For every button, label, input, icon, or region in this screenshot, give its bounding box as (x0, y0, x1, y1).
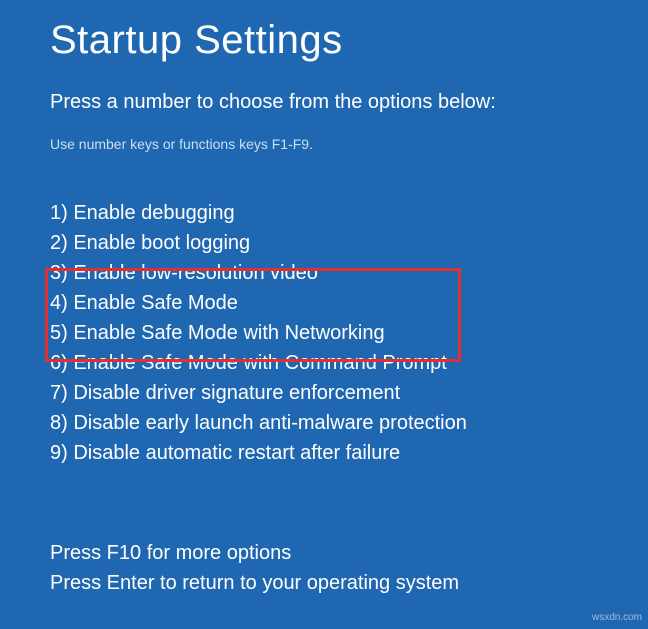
option-2-enable-boot-logging[interactable]: 2) Enable boot logging (50, 228, 598, 258)
option-4-enable-safe-mode[interactable]: 4) Enable Safe Mode (50, 288, 598, 318)
key-hint: Use number keys or functions keys F1-F9. (50, 136, 598, 152)
option-6-enable-safe-mode-command-prompt[interactable]: 6) Enable Safe Mode with Command Prompt (50, 348, 598, 378)
option-1-enable-debugging[interactable]: 1) Enable debugging (50, 198, 598, 228)
option-7-disable-driver-signature[interactable]: 7) Disable driver signature enforcement (50, 378, 598, 408)
more-options-hint: Press F10 for more options (50, 538, 598, 568)
page-title: Startup Settings (50, 18, 598, 63)
option-9-disable-automatic-restart[interactable]: 9) Disable automatic restart after failu… (50, 438, 598, 468)
return-hint: Press Enter to return to your operating … (50, 568, 598, 598)
startup-options-list: 1) Enable debugging 2) Enable boot loggi… (50, 198, 598, 468)
footer-instructions: Press F10 for more options Press Enter t… (50, 538, 598, 598)
option-3-enable-low-resolution-video[interactable]: 3) Enable low-resolution video (50, 258, 598, 288)
watermark-text: wsxdn.com (592, 612, 642, 623)
option-8-disable-anti-malware[interactable]: 8) Disable early launch anti-malware pro… (50, 408, 598, 438)
instruction-subtitle: Press a number to choose from the option… (50, 91, 598, 114)
option-5-enable-safe-mode-networking[interactable]: 5) Enable Safe Mode with Networking (50, 318, 598, 348)
